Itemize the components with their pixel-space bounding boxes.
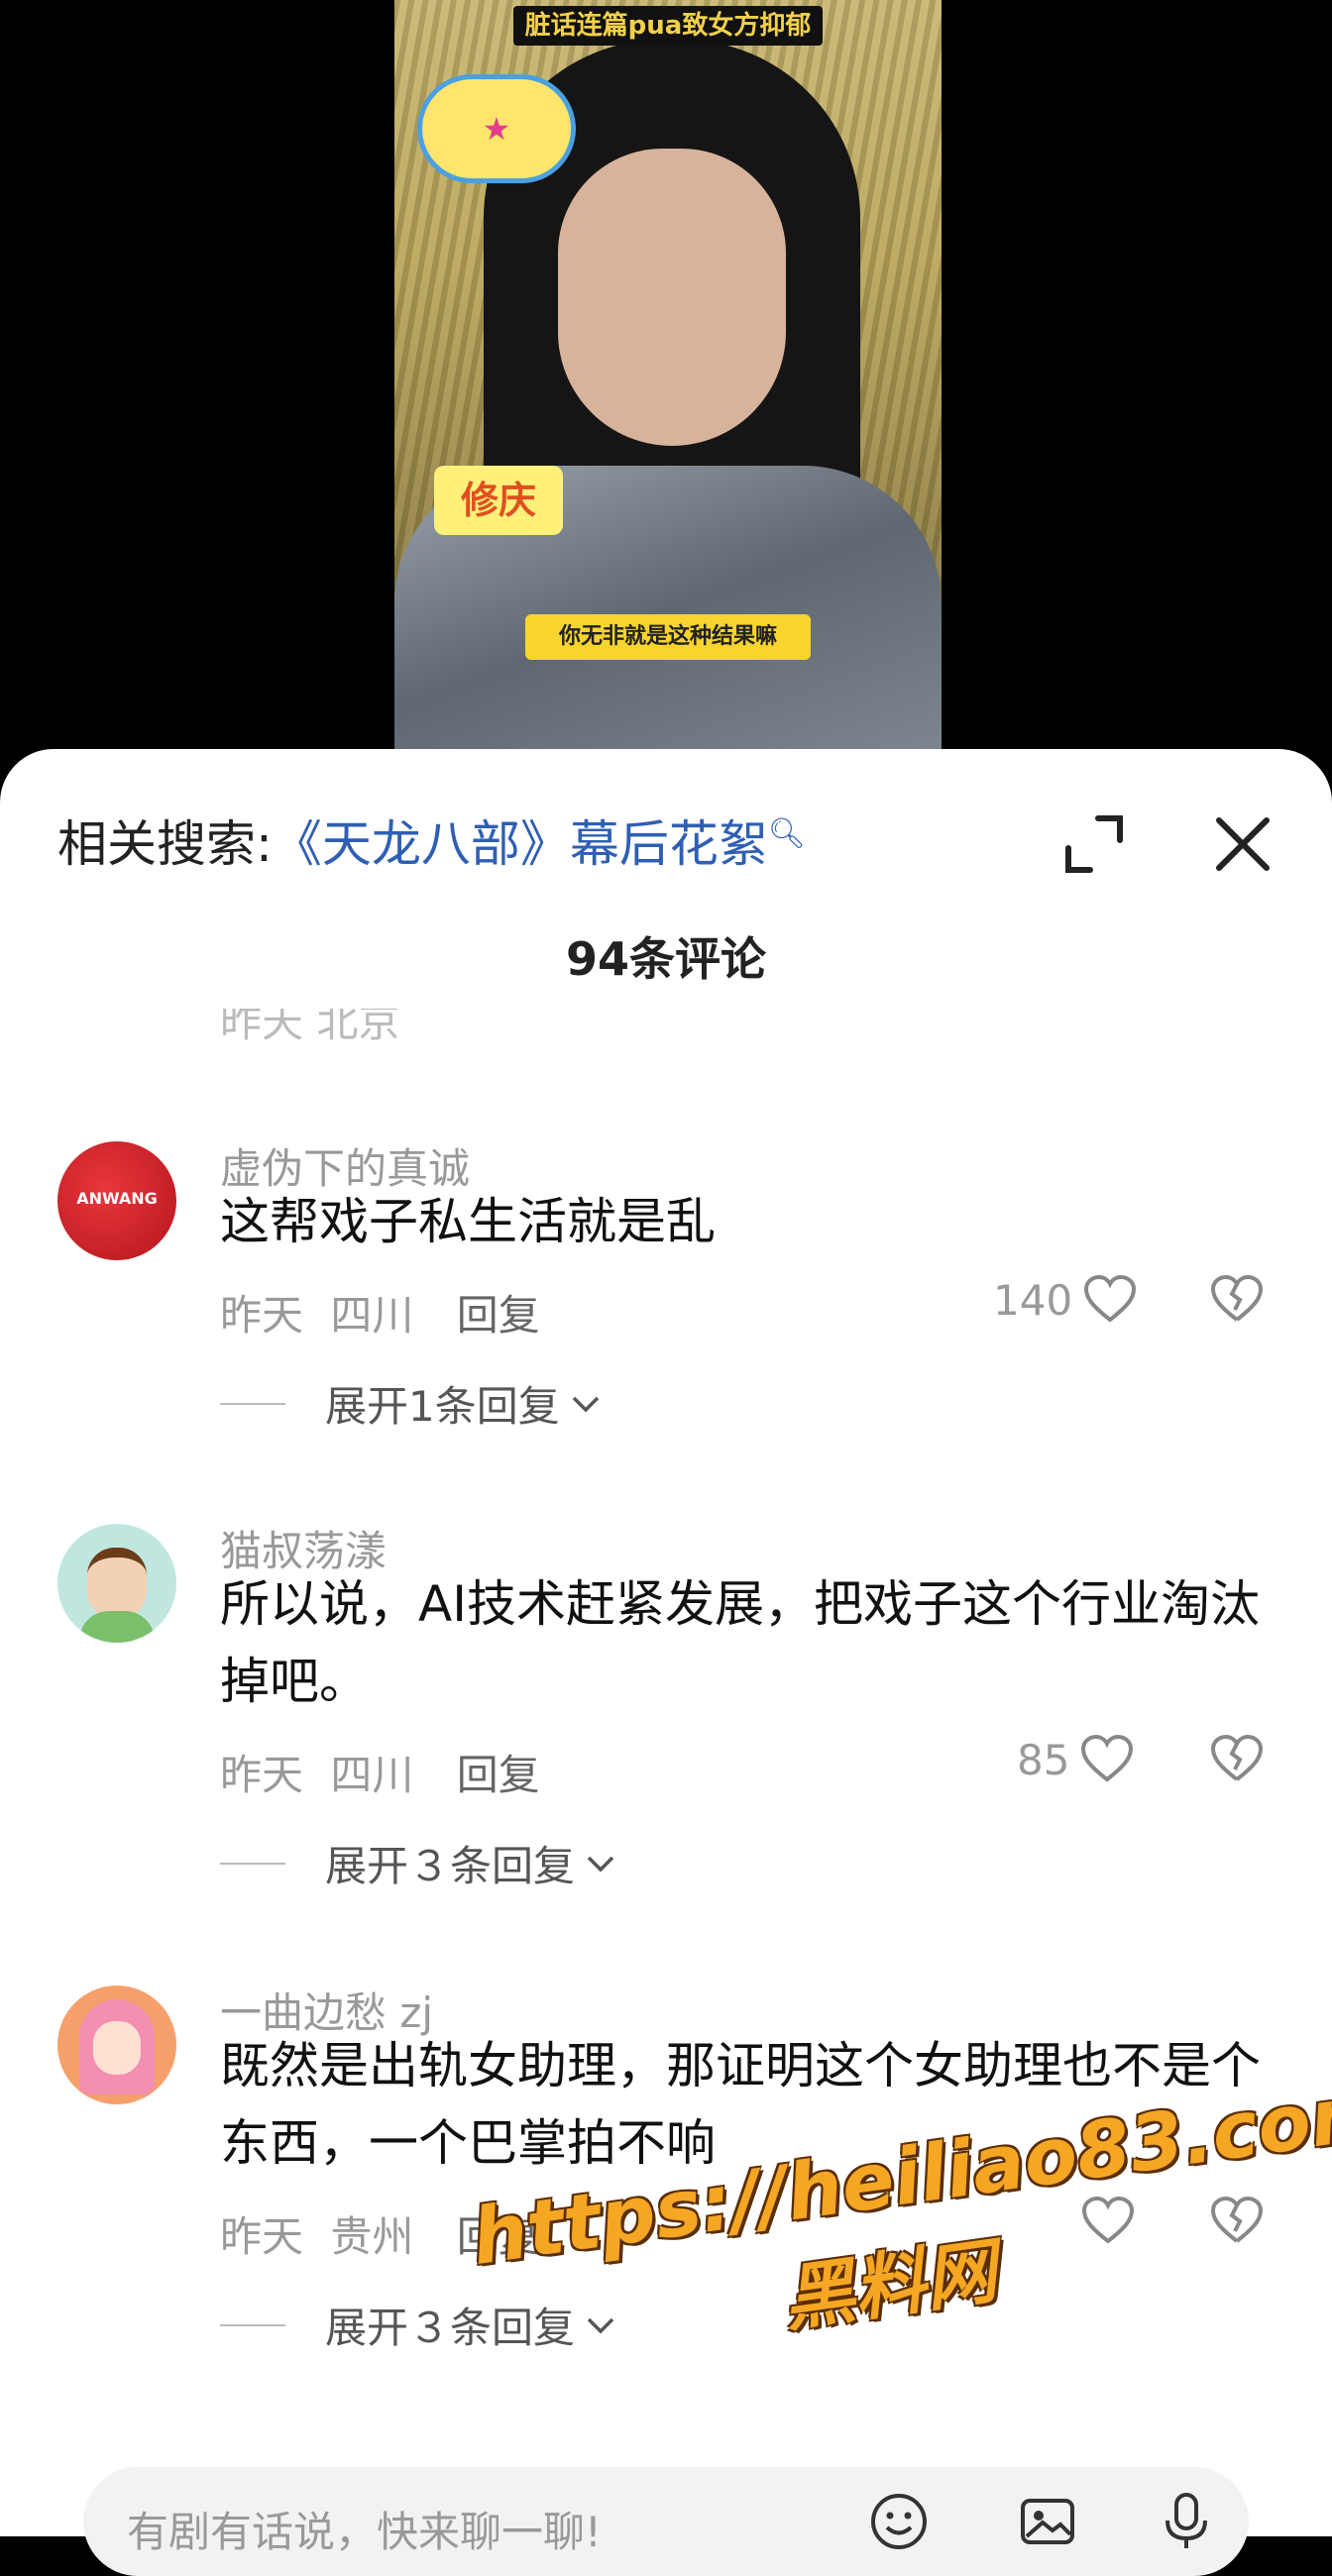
comment-location: 四川 [330,1291,414,1340]
expand-replies-button[interactable]: 展开３条回复 [220,1833,618,1893]
comment-meta: 昨天 四川 回复 [220,1742,540,1802]
broken-heart-icon[interactable] [1209,1272,1265,1328]
avatar[interactable]: ANWANG [57,1141,176,1260]
expand-replies-label: 展开1条回复 [325,1382,560,1431]
comment-input-bar[interactable]: 有剧有话说，快来聊一聊! [83,2467,1249,2576]
broken-heart-icon[interactable] [1209,1732,1265,1787]
heart-icon [1081,1734,1134,1782]
emoji-icon[interactable] [866,2489,932,2554]
video-player[interactable]: 脏话连篇pua致女方抑郁 ★ 修庆 你无非就是这种结果嘛 [0,0,1332,763]
divider [220,1862,285,1865]
search-icon: 🔍︎ [767,816,806,851]
video-top-caption: 脏话连篇pua致女方抑郁 [513,6,823,46]
video-frame[interactable]: 脏话连篇pua致女方抑郁 ★ 修庆 你无非就是这种结果嘛 [394,0,942,749]
previous-comment-meta: 昨天 北京 [220,1009,400,1044]
avatar-label: ANWANG [76,1189,158,1208]
heart-icon [1084,1274,1137,1323]
reply-button[interactable]: 回复 [457,1291,540,1340]
like-count: 85 [1017,1735,1070,1784]
comment-location: 四川 [330,1751,414,1799]
expand-replies-label: 展开３条回复 [325,1842,576,1890]
divider [220,2323,285,2326]
comment-input-placeholder[interactable]: 有剧有话说，快来聊一聊! [127,2499,602,2559]
microphone-icon[interactable] [1154,2489,1219,2554]
comment-count: 94条评论 [565,932,766,986]
avatar[interactable] [57,1986,176,2104]
image-icon[interactable] [1015,2489,1080,2554]
comment-time: 昨天 [220,1751,304,1799]
chevron-down-icon [587,1856,614,1872]
related-search-link[interactable]: 《天龙八部》幕后花絮 [273,815,768,873]
like-count: 140 [993,1275,1073,1325]
like-button[interactable]: 140 [993,1272,1138,1328]
comment-text: 所以说，AI技术赶紧发展，把戏子这个行业淘汰掉吧。 [220,1575,1260,1710]
expand-icon[interactable] [1058,808,1130,880]
comment-time: 昨天 [220,1291,304,1340]
comment-text: 这帮戏子私生活就是乱 [220,1193,716,1250]
comment-location: 贵州 [330,2212,414,2261]
video-subtitle: 你无非就是这种结果嘛 [525,614,811,660]
comment-meta: 昨天 四川 回复 [220,1282,540,1342]
close-icon[interactable] [1207,808,1278,880]
related-search[interactable]: 相关搜索:《天龙八部》幕后花絮🔍︎ [57,805,806,884]
video-figure-face [558,149,786,446]
avatar-face [87,1548,147,1619]
comment-time: 昨天 [220,2212,304,2261]
reply-button[interactable]: 回复 [457,1751,540,1799]
avatar-body [79,1611,155,1643]
expand-replies-button[interactable]: 展开1条回复 [220,1373,604,1434]
like-button[interactable]: 85 [1017,1732,1135,1787]
divider [220,1402,285,1405]
avatar[interactable] [57,1524,176,1643]
avatar-face [93,2021,141,2075]
video-name-tag: 修庆 [434,466,563,535]
related-search-prefix: 相关搜索: [57,815,273,873]
chevron-down-icon [572,1396,599,1412]
video-logo: ★ [422,79,571,178]
